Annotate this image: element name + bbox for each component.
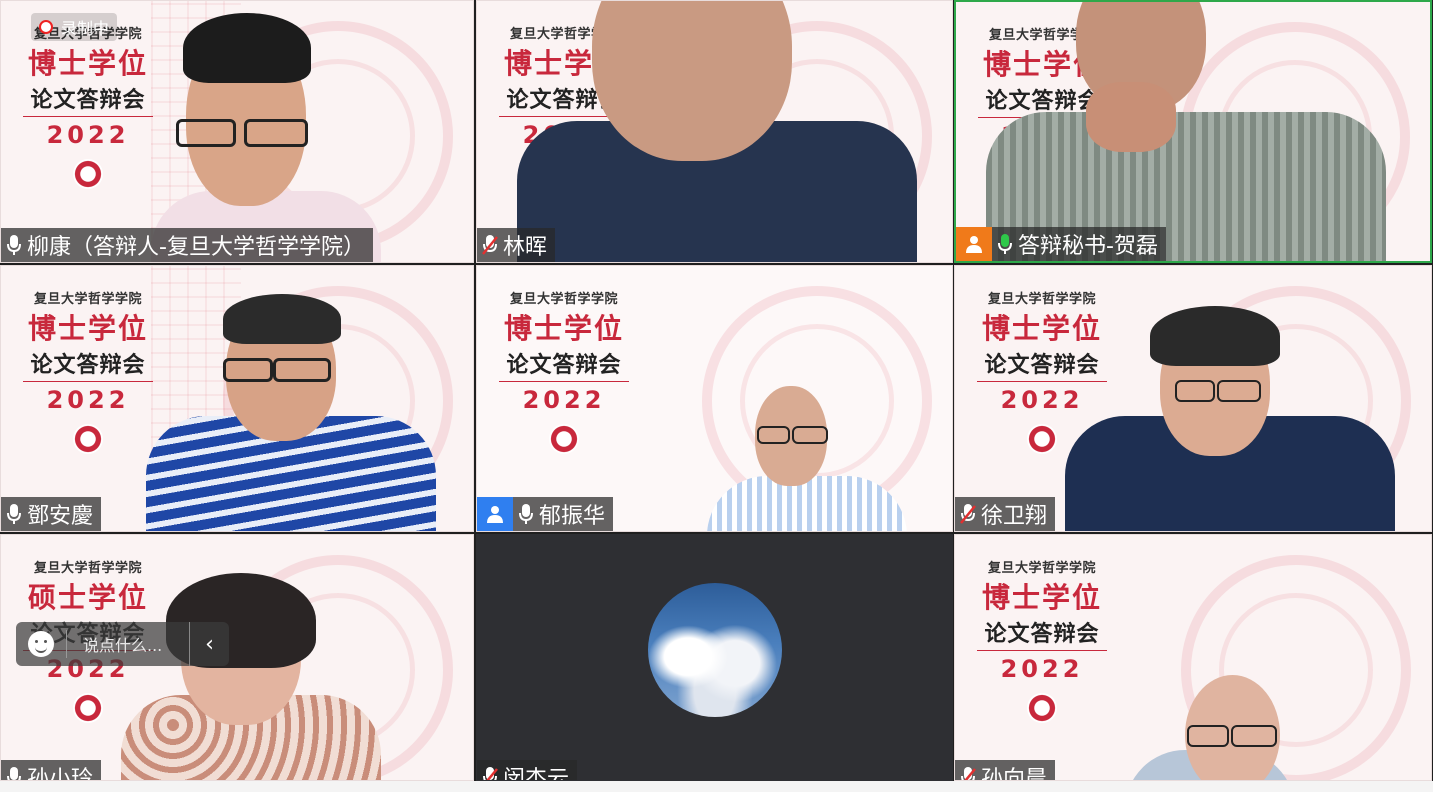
chat-input-bar[interactable]: 说点什么... ‹ — [16, 622, 229, 666]
participant-name: 答辩秘书-贺磊 — [1018, 234, 1158, 259]
toolbar — [0, 781, 1433, 792]
defense-year: 2022 — [1000, 655, 1084, 683]
fudan-seal-icon — [549, 424, 579, 454]
fudan-seal-icon — [73, 424, 103, 454]
emoji-icon[interactable] — [28, 631, 54, 657]
video-tile-active-speaker[interactable]: 复旦大学哲学学院 博士学位 论文答辩会 2022 答辩秘书-贺磊 — [954, 0, 1432, 263]
avatar — [648, 583, 782, 717]
defense-year: 2022 — [46, 386, 130, 414]
video-tile[interactable]: 复旦大学哲学学院 博士学位 论文答辩会 2022 孙向晨 — [954, 534, 1432, 781]
defense-banner: 复旦大学哲学学院 博士学位 论文答辩会 2022 — [977, 557, 1107, 723]
defense-year: 2022 — [522, 386, 606, 414]
chat-input[interactable]: 说点什么... — [83, 632, 189, 656]
defense-title: 论文答辩会 — [977, 616, 1107, 651]
fudan-seal-icon — [1027, 693, 1057, 723]
degree-title: 博士学位 — [27, 312, 148, 345]
defense-year: 2022 — [1000, 386, 1084, 414]
microphone-muted-icon — [477, 760, 503, 780]
recording-label: 录制中 — [61, 19, 110, 38]
participant-name-bar: 孙向晨 — [955, 760, 1056, 781]
video-tile[interactable]: 复旦大学哲学学院 博士学位 论文答辩会 2022 徐卫翔 — [954, 265, 1432, 532]
cohost-badge-icon — [477, 497, 513, 531]
record-icon — [39, 20, 53, 34]
participant-name-bar: 闵杰云 — [477, 760, 578, 781]
school-name: 复旦大学哲学学院 — [987, 561, 1096, 576]
defense-title: 论文答辩会 — [977, 347, 1107, 382]
participant-name-bar: 答辩秘书-贺磊 — [956, 227, 1166, 261]
degree-title: 博士学位 — [27, 47, 148, 80]
video-tile[interactable]: 复旦大学哲学学院 博士学位 论文答辩会 2022 录制中 柳康（答辩人-复旦大学… — [0, 0, 474, 263]
participant-name-bar: 徐卫翔 — [955, 497, 1056, 531]
video-tile[interactable]: 复旦大学哲学学院 博士学位 论文答辩会 2022 鄧安慶 — [0, 265, 474, 532]
recording-indicator: 录制中 — [31, 13, 118, 41]
participant-name: 郁振华 — [539, 504, 606, 529]
fudan-seal-icon — [73, 159, 103, 189]
school-name: 复旦大学哲学学院 — [509, 292, 618, 307]
divider — [66, 630, 67, 658]
defense-banner: 复旦大学哲学学院 博士学位 论文答辩会 2022 — [23, 288, 153, 454]
participant-name-bar: 柳康（答辩人-复旦大学哲学学院） — [1, 228, 373, 262]
degree-title: 博士学位 — [981, 581, 1102, 614]
school-name: 复旦大学哲学学院 — [33, 292, 142, 307]
participant-name-bar: 郁振华 — [477, 497, 614, 531]
degree-title: 硕士学位 — [27, 581, 148, 614]
participant-name: 林晖 — [503, 235, 548, 260]
video-tile-camera-off[interactable]: 闵杰云 — [476, 534, 953, 781]
participant-name-bar: 鄧安慶 — [1, 497, 102, 531]
participant-name-bar: 孙小玲 — [1, 760, 102, 781]
participant-name: 孙小玲 — [27, 767, 94, 781]
defense-year: 2022 — [46, 121, 130, 149]
video-tile[interactable]: 复旦大学哲学学院 博士学位 论文答辩会 2022 郁振华 — [476, 265, 953, 532]
microphone-icon — [1, 228, 27, 262]
defense-title: 论文答辩会 — [23, 347, 153, 382]
microphone-icon — [1, 760, 27, 780]
fudan-seal-icon — [1027, 424, 1057, 454]
school-name: 复旦大学哲学学院 — [33, 561, 142, 576]
degree-title: 博士学位 — [981, 312, 1102, 345]
defense-title: 论文答辩会 — [23, 82, 153, 117]
participant-name: 孙向晨 — [981, 767, 1048, 781]
defense-title: 论文答辩会 — [499, 347, 629, 382]
microphone-muted-icon — [477, 228, 503, 262]
microphone-icon — [1, 497, 27, 531]
participant-name: 柳康（答辩人-复旦大学哲学学院） — [27, 235, 365, 260]
microphone-icon — [513, 497, 539, 531]
microphone-muted-icon — [955, 497, 981, 531]
defense-banner: 复旦大学哲学学院 博士学位 论文答辩会 2022 — [499, 288, 629, 454]
participant-name: 闵杰云 — [503, 767, 570, 781]
fudan-seal-icon — [73, 693, 103, 723]
participant-name-bar: 林晖 — [477, 228, 556, 262]
participant-name: 鄧安慶 — [27, 504, 94, 529]
chevron-left-icon[interactable]: ‹ — [189, 622, 229, 666]
microphone-muted-icon — [955, 760, 981, 780]
host-badge-icon — [956, 227, 992, 261]
microphone-speaking-icon — [992, 227, 1018, 261]
degree-title: 博士学位 — [503, 312, 624, 345]
defense-banner: 复旦大学哲学学院 博士学位 论文答辩会 2022 — [23, 23, 153, 189]
video-tile[interactable]: 复旦大学哲学学院 博士学位 论文答辩会 2022 林晖 — [476, 0, 953, 263]
participant-name: 徐卫翔 — [981, 504, 1048, 529]
school-name: 复旦大学哲学学院 — [987, 292, 1096, 307]
